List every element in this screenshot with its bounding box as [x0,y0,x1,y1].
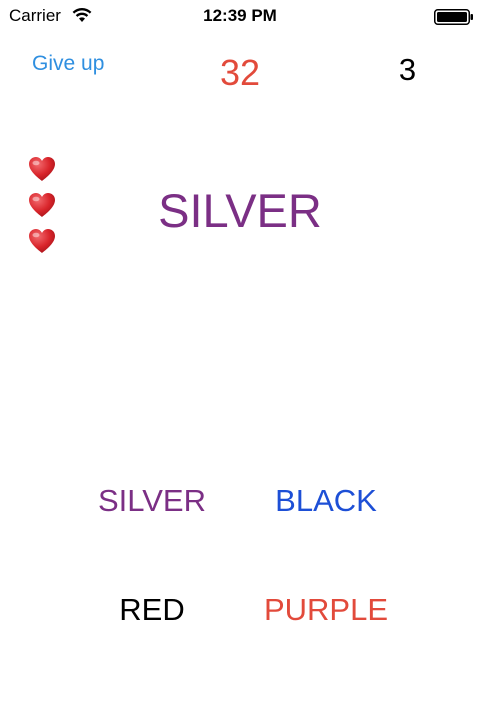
score-counter: 3 [398,52,417,87]
answer-button-purple[interactable]: PURPLE [226,592,426,628]
status-bar: Carrier 12:39 PM [0,0,480,34]
answer-button-black[interactable]: BLACK [226,483,426,519]
give-up-button[interactable]: Give up [32,52,104,76]
prompt-word: SILVER [158,184,322,237]
answer-button-silver[interactable]: SILVER [52,483,252,519]
countdown-timer: 32 [219,52,261,93]
answer-button-red[interactable]: RED [52,592,252,628]
battery-icon [434,9,473,25]
heart-icon [29,157,55,181]
clock-time: 12:39 PM [203,6,277,25]
